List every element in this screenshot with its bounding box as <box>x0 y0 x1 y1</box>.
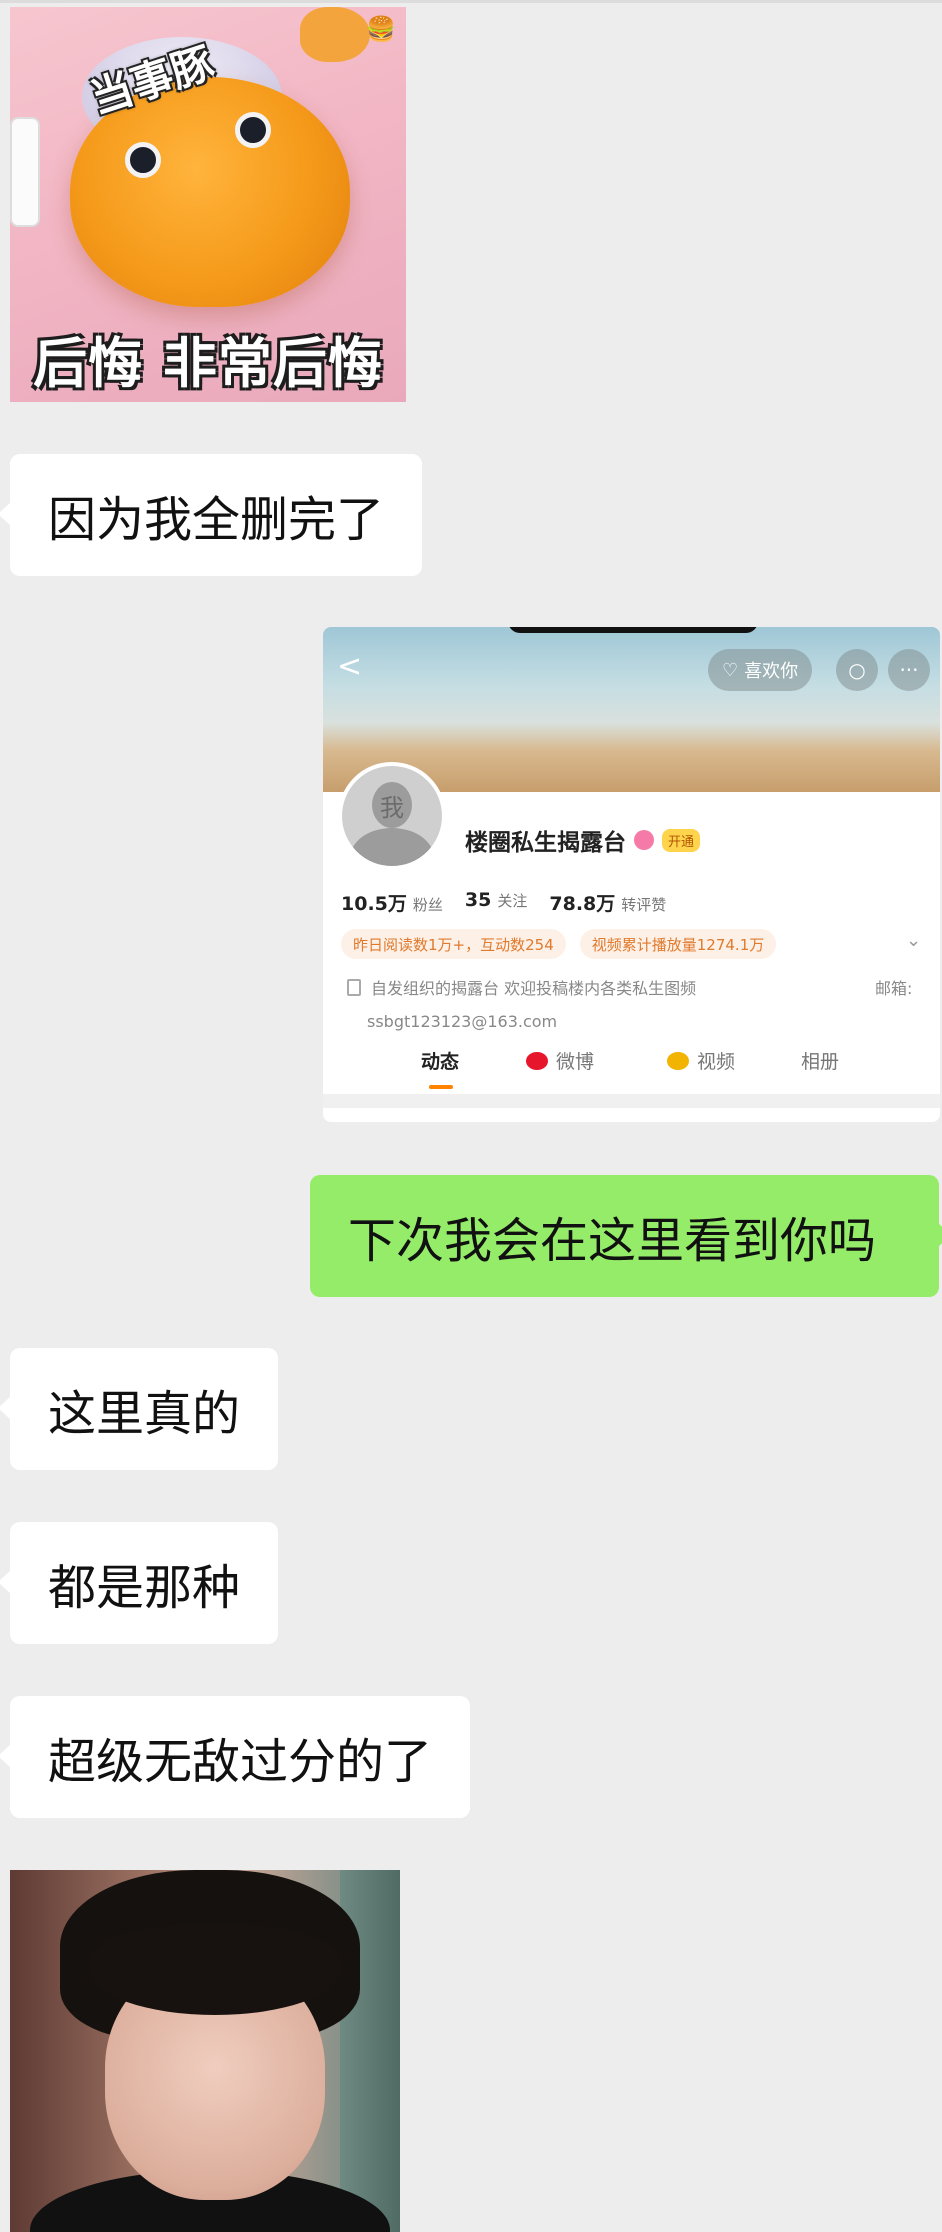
sticker-duck <box>300 7 370 62</box>
profile-tabs: 动态 微博 视频 相册 <box>323 1047 940 1097</box>
bio-email: ssbgt123123@163.com <box>367 1012 558 1031</box>
reading-stat-tag: 昨日阅读数1万+，互动数254 <box>341 929 566 959</box>
burger-icon: 🍔 <box>366 15 396 43</box>
heart-hand-icon: ♡ <box>722 659 739 681</box>
sticker-bottom-caption: 后悔 非常后悔 <box>33 332 383 395</box>
like-button-label: 喜欢你 <box>744 661 799 682</box>
sticker-eye-right <box>235 112 271 148</box>
search-icon: ○ <box>836 649 878 691</box>
sticker-cable <box>10 117 40 227</box>
following-value: 35 <box>464 889 492 911</box>
tab-weibo-label: 微博 <box>556 1051 595 1073</box>
chat-view: 🍔 当事豚 后悔 非常后悔 因为我全删完了 < ♡ 喜欢你 ○ ··· 我 楼圈… <box>0 0 942 2232</box>
tab-weibo: 微博 <box>526 1047 594 1074</box>
verified-search-icon <box>634 830 654 850</box>
profile-bio: 自发组织的揭露台 欢迎投稿楼内各类私生图频 邮箱: ssbgt123123@16… <box>347 972 927 1038</box>
sticker-image-message[interactable]: 🍔 当事豚 后悔 非常后悔 <box>10 7 406 402</box>
incoming-message-bubble[interactable]: 因为我全删完了 <box>0 454 423 576</box>
avatar-body <box>350 828 434 866</box>
back-icon: < <box>337 649 363 684</box>
profile-stats: 10.5万 粉丝 35 关注 78.8万 转评赞 <box>341 889 666 916</box>
email-label: 邮箱: <box>875 979 913 998</box>
reposts-stat: 78.8万 转评赞 <box>549 889 666 916</box>
reposts-value: 78.8万 <box>549 893 616 915</box>
phone-notch <box>508 627 758 633</box>
incoming-message-bubble[interactable]: 这里真的 <box>0 1348 279 1470</box>
like-button: ♡ 喜欢你 <box>708 649 813 691</box>
more-icon: ··· <box>888 649 930 691</box>
followers-value: 10.5万 <box>341 893 407 915</box>
photo-image-message[interactable] <box>10 1870 400 2232</box>
profile-name-row: 楼圈私生揭露台 开通 <box>465 823 701 857</box>
active-tab-indicator <box>429 1085 453 1089</box>
profile-name: 楼圈私生揭露台 <box>465 830 626 856</box>
video-icon <box>667 1051 689 1070</box>
profile-tags: 昨日阅读数1万+，互动数254 视频累计播放量1274.1万 <box>341 929 777 959</box>
outgoing-message-bubble[interactable]: 下次我会在这里看到你吗 <box>310 1175 942 1297</box>
avatar-text: 我 <box>380 794 404 822</box>
following-label: 关注 <box>497 892 528 910</box>
avatar: 我 <box>338 762 446 870</box>
reposts-label: 转评赞 <box>621 896 667 914</box>
top-divider <box>0 0 942 3</box>
weibo-icon <box>526 1051 548 1070</box>
following-stat: 35 关注 <box>465 889 527 916</box>
incoming-message-bubble[interactable]: 超级无敌过分的了 <box>0 1696 471 1818</box>
tab-video-label: 视频 <box>697 1051 736 1073</box>
document-icon <box>347 979 361 996</box>
photo-bangs <box>90 1925 340 2015</box>
followers-stat: 10.5万 粉丝 <box>341 889 443 916</box>
tab-album-label: 相册 <box>801 1051 840 1073</box>
sticker-eye-left <box>125 142 161 178</box>
section-divider <box>323 1094 940 1108</box>
tab-video: 视频 <box>667 1047 735 1074</box>
bio-text: 自发组织的揭露台 欢迎投稿楼内各类私生图频 <box>371 979 697 998</box>
chevron-down-icon: ⌄ <box>906 930 922 951</box>
vip-badge: 开通 <box>662 828 701 852</box>
video-stat-tag: 视频累计播放量1274.1万 <box>579 929 777 959</box>
followers-label: 粉丝 <box>412 896 443 914</box>
tab-posts-label: 动态 <box>421 1051 460 1073</box>
shared-profile-screenshot[interactable]: < ♡ 喜欢你 ○ ··· 我 楼圈私生揭露台 开通 10.5万 粉丝 35 关注 … <box>323 627 940 1122</box>
tab-posts: 动态 <box>421 1047 460 1089</box>
incoming-message-bubble[interactable]: 都是那种 <box>0 1522 279 1644</box>
tab-album: 相册 <box>801 1047 839 1074</box>
